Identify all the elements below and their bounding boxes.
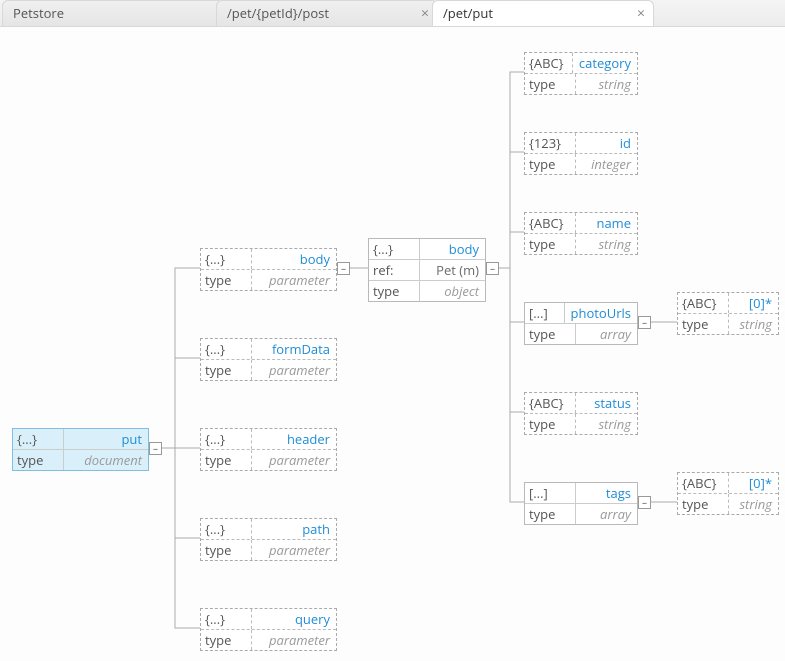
object-icon: {...} bbox=[201, 339, 252, 359]
node-title: formData bbox=[252, 339, 336, 359]
node-prop-id[interactable]: {123}id typeinteger bbox=[524, 132, 638, 175]
row-key: ref: bbox=[369, 260, 420, 280]
row-value: integer bbox=[576, 154, 637, 174]
row-value: parameter bbox=[252, 450, 336, 470]
row-key: type bbox=[678, 314, 729, 334]
row-value: Pet (m) bbox=[420, 260, 485, 280]
row-key: type bbox=[201, 630, 252, 650]
node-body-object[interactable]: {...}body ref:Pet (m) typeobject bbox=[368, 238, 486, 302]
node-prop-photourls[interactable]: [...]photoUrls typearray bbox=[524, 302, 638, 345]
row-value: parameter bbox=[252, 270, 336, 290]
array-icon: [...] bbox=[525, 483, 576, 503]
node-title: put bbox=[64, 429, 148, 449]
row-key: type bbox=[678, 494, 729, 514]
row-key: type bbox=[525, 414, 576, 434]
array-icon: [...] bbox=[525, 303, 565, 323]
string-icon: {ABC} bbox=[678, 473, 729, 493]
row-value: string bbox=[729, 314, 778, 334]
row-value: object bbox=[420, 281, 485, 301]
diagram-canvas[interactable]: { "tabs": { "t0": {"label": "Petstore"},… bbox=[0, 0, 785, 661]
row-key: type bbox=[201, 270, 252, 290]
string-icon: {ABC} bbox=[525, 213, 576, 233]
node-param-formdata[interactable]: {...}formData typeparameter bbox=[200, 338, 337, 381]
node-prop-status[interactable]: {ABC}status typestring bbox=[524, 392, 638, 435]
node-title: [0]* bbox=[729, 473, 778, 493]
row-key: type bbox=[525, 74, 576, 94]
object-icon: {...} bbox=[13, 429, 64, 449]
row-key: type bbox=[525, 324, 576, 344]
row-key: type bbox=[201, 540, 252, 560]
row-value: string bbox=[576, 234, 637, 254]
expand-toggle[interactable]: – bbox=[638, 496, 651, 509]
row-key: type bbox=[525, 234, 576, 254]
expand-toggle[interactable]: – bbox=[638, 316, 651, 329]
string-icon: {ABC} bbox=[678, 293, 729, 313]
node-title: body bbox=[252, 249, 336, 269]
object-icon: {...} bbox=[201, 609, 252, 629]
row-key: type bbox=[13, 450, 64, 470]
node-prop-category[interactable]: {ABC}category typestring bbox=[524, 52, 638, 95]
expand-toggle[interactable]: – bbox=[486, 262, 499, 275]
object-icon: {...} bbox=[369, 239, 420, 259]
node-title: status bbox=[576, 393, 637, 413]
node-title: header bbox=[252, 429, 336, 449]
object-icon: {...} bbox=[201, 249, 252, 269]
node-prop-name[interactable]: {ABC}name typestring bbox=[524, 212, 638, 255]
node-title: [0]* bbox=[729, 293, 778, 313]
node-title: body bbox=[420, 239, 485, 259]
string-icon: {ABC} bbox=[525, 53, 573, 73]
node-param-body[interactable]: {...}body typeparameter bbox=[200, 248, 337, 291]
number-icon: {123} bbox=[525, 133, 576, 153]
connector-lines bbox=[0, 0, 785, 661]
node-item-tags[interactable]: {ABC}[0]* typestring bbox=[677, 472, 779, 515]
row-value: parameter bbox=[252, 540, 336, 560]
node-param-header[interactable]: {...}header typeparameter bbox=[200, 428, 337, 471]
row-value: parameter bbox=[252, 360, 336, 380]
node-title: category bbox=[573, 53, 637, 73]
node-item-photourls[interactable]: {ABC}[0]* typestring bbox=[677, 292, 779, 335]
object-icon: {...} bbox=[201, 519, 252, 539]
node-prop-tags[interactable]: [...]tags typearray bbox=[524, 482, 638, 525]
node-title: name bbox=[576, 213, 637, 233]
node-param-query[interactable]: {...}query typeparameter bbox=[200, 608, 337, 651]
node-title: query bbox=[252, 609, 336, 629]
node-title: photoUrls bbox=[565, 303, 637, 323]
object-icon: {...} bbox=[201, 429, 252, 449]
node-title: tags bbox=[576, 483, 637, 503]
expand-toggle[interactable]: – bbox=[337, 262, 350, 275]
row-value: array bbox=[576, 324, 637, 344]
row-value: document bbox=[64, 450, 148, 470]
row-value: parameter bbox=[252, 630, 336, 650]
row-key: type bbox=[201, 450, 252, 470]
node-title: path bbox=[252, 519, 336, 539]
row-key: type bbox=[201, 360, 252, 380]
row-value: string bbox=[576, 74, 637, 94]
node-put[interactable]: {...}put typedocument bbox=[12, 428, 149, 471]
node-title: id bbox=[576, 133, 637, 153]
row-key: type bbox=[525, 154, 576, 174]
row-key: type bbox=[525, 504, 576, 524]
row-value: string bbox=[576, 414, 637, 434]
row-value: array bbox=[576, 504, 637, 524]
expand-toggle[interactable]: – bbox=[149, 442, 162, 455]
string-icon: {ABC} bbox=[525, 393, 576, 413]
row-value: string bbox=[729, 494, 778, 514]
row-key: type bbox=[369, 281, 420, 301]
node-param-path[interactable]: {...}path typeparameter bbox=[200, 518, 337, 561]
